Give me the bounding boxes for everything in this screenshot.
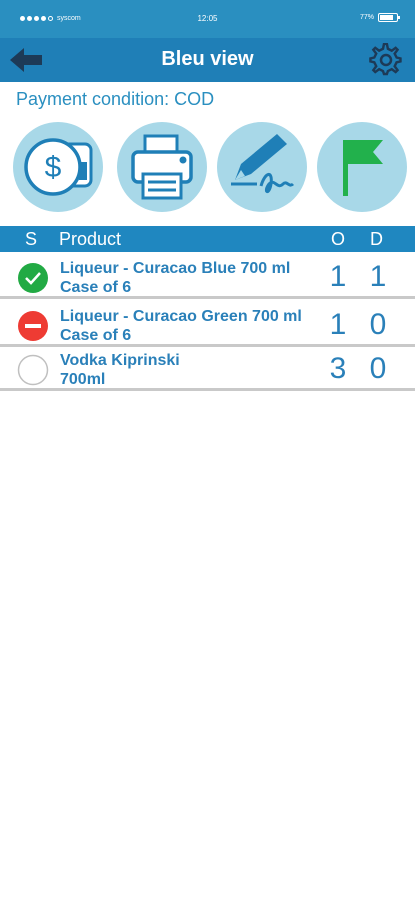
ordered-qty: 1 (329, 260, 347, 293)
product-line-2: 700ml (60, 371, 106, 388)
flag-icon (343, 140, 383, 196)
flag-button[interactable] (317, 122, 407, 212)
column-header-status: S (25, 229, 38, 249)
table-row[interactable]: Liqueur - Curacao Green 700 ml Case of 6… (0, 303, 415, 347)
battery-percent: 77% (359, 14, 374, 21)
table-row[interactable]: Vodka Kiprinski 700ml 3 0 (0, 347, 415, 391)
svg-text:$: $ (45, 151, 62, 184)
error-status-icon (18, 311, 48, 341)
product-name: Liqueur - Curacao Green 700 ml Case of 6 (60, 307, 330, 345)
table-header: S Product O D (0, 226, 415, 252)
gear-icon (369, 42, 402, 76)
check-status-icon (18, 263, 48, 293)
product-name: Vodka Kiprinski 700ml (60, 351, 330, 389)
printer-icon (131, 134, 193, 200)
signature-button[interactable] (217, 122, 307, 212)
nav-bar: Bleu view (0, 38, 415, 82)
ordered-qty: 1 (329, 308, 347, 341)
payment-condition: Payment condition: COD (16, 89, 215, 109)
signature-icon (231, 134, 295, 193)
product-line-2: Case of 6 (60, 279, 132, 296)
status-time: 12:05 (197, 14, 218, 23)
ordered-qty: 3 (329, 352, 347, 385)
action-bar: $ (0, 122, 415, 214)
battery-icon (378, 13, 400, 22)
payment-button[interactable]: $ (13, 122, 103, 212)
delivered-qty[interactable]: 0 (365, 308, 391, 342)
table-row[interactable]: Liqueur - Curacao Blue 700 ml Case of 6 … (0, 255, 415, 299)
battery-status: 77% (359, 13, 400, 22)
column-header-delivered: D (370, 229, 383, 249)
status-bar: syscom 12:05 77% (0, 0, 415, 38)
payment-icon: $ (24, 138, 93, 196)
delivered-qty[interactable]: 1 (365, 260, 391, 294)
product-line-2: Case of 6 (60, 327, 132, 344)
delivered-qty[interactable]: 0 (365, 352, 391, 386)
column-header-ordered: O (331, 229, 346, 249)
empty-status-icon (17, 354, 49, 386)
product-line-1: Liqueur - Curacao Blue 700 ml (60, 260, 291, 277)
page-title: Bleu view (161, 48, 254, 70)
settings-button[interactable] (369, 42, 403, 77)
product-line-1: Liqueur - Curacao Green 700 ml (60, 308, 302, 325)
product-line-1: Vodka Kiprinski (60, 352, 180, 369)
column-header-product: Product (59, 229, 122, 249)
product-name: Liqueur - Curacao Blue 700 ml Case of 6 (60, 259, 330, 297)
print-button[interactable] (117, 122, 207, 212)
